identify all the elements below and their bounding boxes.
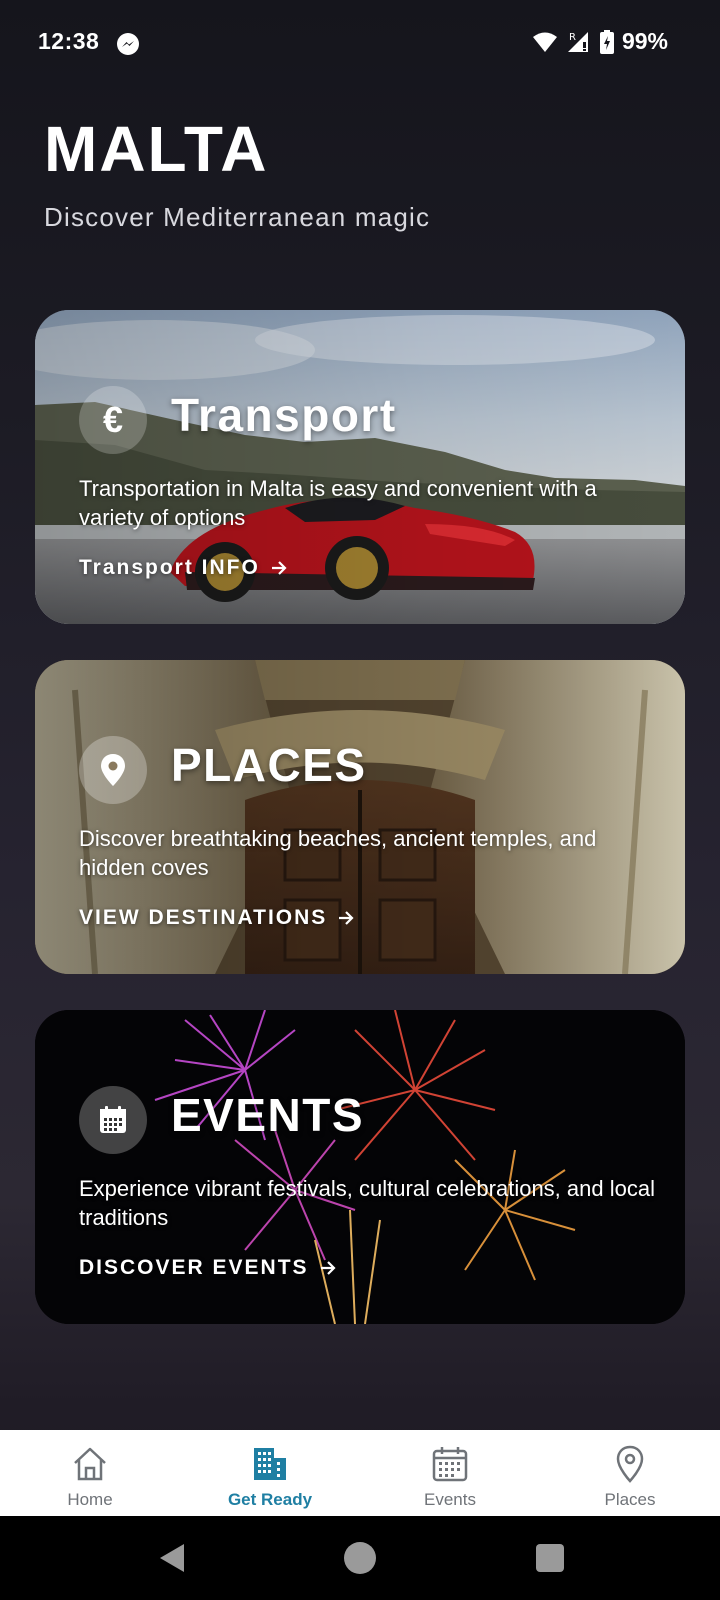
location-pin-icon: [79, 736, 147, 804]
svg-text:R: R: [569, 32, 576, 43]
places-card-description: Discover breathtaking beaches, ancient t…: [79, 826, 597, 880]
transport-card-title: Transport: [171, 389, 397, 441]
nav-item-events[interactable]: Events: [360, 1430, 540, 1516]
calendar-icon: [432, 1447, 468, 1482]
discover-events-link[interactable]: DISCOVER EVENTS: [79, 1256, 337, 1280]
nav-item-home[interactable]: Home: [0, 1430, 180, 1516]
arrow-right-icon: [320, 1261, 336, 1275]
location-pin-icon: [616, 1445, 644, 1483]
events-card-description: Experience vibrant festivals, cultural c…: [79, 1176, 655, 1230]
places-card-title: PLACES: [171, 739, 367, 791]
nav-item-get-ready[interactable]: Get Ready: [180, 1430, 360, 1516]
calendar-icon: [79, 1086, 147, 1154]
wifi-icon: [532, 32, 557, 52]
status-time: 12:38: [38, 28, 100, 54]
euro-icon: €: [79, 386, 147, 454]
battery-percentage: 99%: [621, 28, 668, 54]
places-card[interactable]: PLACES Discover breathtaking beaches, an…: [35, 660, 685, 974]
home-button[interactable]: [344, 1542, 376, 1574]
back-button[interactable]: [158, 1542, 186, 1574]
nav-label-events: Events: [424, 1490, 476, 1509]
page-subtitle: Discover Mediterranean magic: [44, 202, 431, 232]
system-navigation-bar: [0, 1516, 720, 1600]
nav-label-places: Places: [604, 1490, 656, 1509]
events-card-title: EVENTS: [171, 1089, 365, 1141]
view-destinations-link-label: VIEW DESTINATIONS: [79, 906, 328, 929]
status-icons: R 99%: [532, 28, 668, 55]
messenger-icon: [117, 33, 139, 55]
transport-info-link-label: Transport INFO: [79, 556, 260, 579]
nav-label-home: Home: [67, 1490, 113, 1509]
status-bar: 12:38 R 99%: [0, 0, 720, 88]
discover-events-link-label: DISCOVER EVENTS: [79, 1256, 309, 1279]
arrow-right-icon: [271, 561, 287, 575]
signal-icon: R: [567, 31, 588, 52]
arrow-right-icon: [339, 911, 354, 925]
view-destinations-link[interactable]: VIEW DESTINATIONS: [79, 906, 355, 930]
recents-button[interactable]: [536, 1544, 564, 1572]
buildings-icon: [254, 1448, 286, 1480]
transport-info-link[interactable]: Transport INFO: [79, 556, 288, 580]
events-card[interactable]: EVENTS Experience vibrant festivals, cul…: [35, 1010, 685, 1324]
transport-card-description: Transportation in Malta is easy and conv…: [79, 476, 597, 530]
battery-icon: [599, 29, 614, 54]
bottom-navigation: Home Get Ready Events Places: [0, 1430, 720, 1516]
transport-card[interactable]: € Transport Transportation in Malta is e…: [35, 310, 685, 624]
home-icon: [74, 1447, 106, 1481]
nav-label-get-ready: Get Ready: [227, 1490, 313, 1509]
page-title: MALTA: [44, 113, 269, 185]
nav-item-places[interactable]: Places: [540, 1430, 720, 1516]
